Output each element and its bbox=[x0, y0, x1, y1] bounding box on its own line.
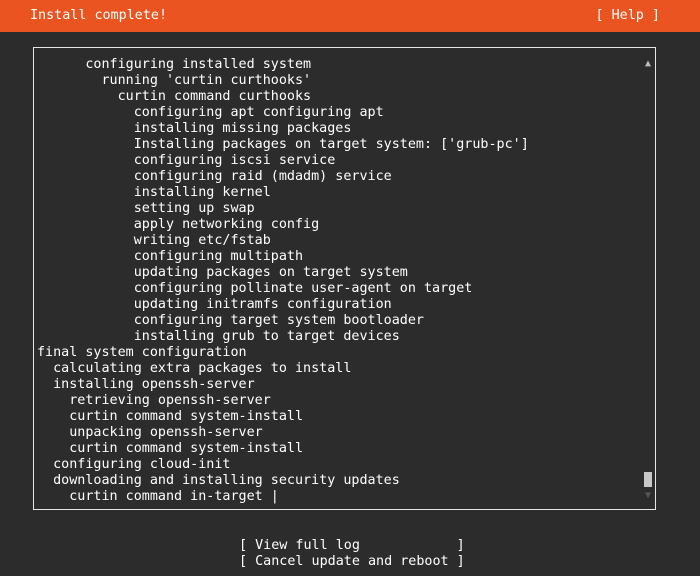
log-line: apply networking config bbox=[37, 217, 320, 232]
page-title: Install complete! bbox=[30, 8, 168, 23]
log-line: installing openssh-server bbox=[37, 377, 255, 392]
log-line: retrieving openssh-server bbox=[37, 393, 271, 408]
scroll-thumb[interactable] bbox=[644, 472, 652, 487]
log-line: installing grub to target devices bbox=[37, 329, 400, 344]
log-line: running 'curtin curthooks' bbox=[37, 73, 312, 88]
header-bar: Install complete! [ Help ] bbox=[0, 0, 700, 32]
log-line: updating initramfs configuration bbox=[37, 297, 392, 312]
log-line: updating packages on target system bbox=[37, 265, 408, 280]
log-line: curtin command system-install bbox=[37, 441, 304, 456]
log-line: curtin command curthooks bbox=[37, 89, 312, 104]
log-line: configuring raid (mdadm) service bbox=[37, 169, 392, 184]
log-line: curtin command in-target | bbox=[37, 489, 279, 504]
cancel-update-and-reboot-button[interactable]: [ Cancel update and reboot ] bbox=[239, 554, 465, 570]
scroll-up-arrow-icon[interactable]: ▲ bbox=[642, 58, 654, 70]
log-line: Installing packages on target system: ['… bbox=[37, 137, 529, 152]
action-buttons: [ View full log ] [ Cancel update and re… bbox=[239, 538, 465, 570]
view-full-log-button[interactable]: [ View full log ] bbox=[239, 538, 465, 554]
log-lines: configuring installed system running 'cu… bbox=[37, 57, 529, 505]
log-line: configuring installed system bbox=[37, 57, 312, 72]
log-line: final system configuration bbox=[37, 345, 247, 360]
log-line: curtin command system-install bbox=[37, 409, 304, 424]
log-line: configuring target system bootloader bbox=[37, 313, 424, 328]
scroll-down-arrow-icon[interactable]: ▼ bbox=[642, 490, 654, 502]
log-line: setting up swap bbox=[37, 201, 255, 216]
log-line: configuring cloud-init bbox=[37, 457, 231, 472]
log-line: configuring iscsi service bbox=[37, 153, 336, 168]
help-button[interactable]: [ Help ] bbox=[596, 8, 661, 24]
log-line: installing kernel bbox=[37, 185, 271, 200]
log-line: unpacking openssh-server bbox=[37, 425, 263, 440]
log-line: writing etc/fstab bbox=[37, 233, 271, 248]
log-scrollbar[interactable]: ▲ ▼ bbox=[641, 56, 655, 504]
log-line: installing missing packages bbox=[37, 121, 352, 136]
log-line: configuring apt configuring apt bbox=[37, 105, 384, 120]
log-line: configuring pollinate user-agent on targ… bbox=[37, 281, 473, 296]
install-log-panel[interactable]: configuring installed system running 'cu… bbox=[33, 47, 656, 510]
log-line: calculating extra packages to install bbox=[37, 361, 352, 376]
log-line: downloading and installing security upda… bbox=[37, 473, 400, 488]
log-line: configuring multipath bbox=[37, 249, 304, 264]
